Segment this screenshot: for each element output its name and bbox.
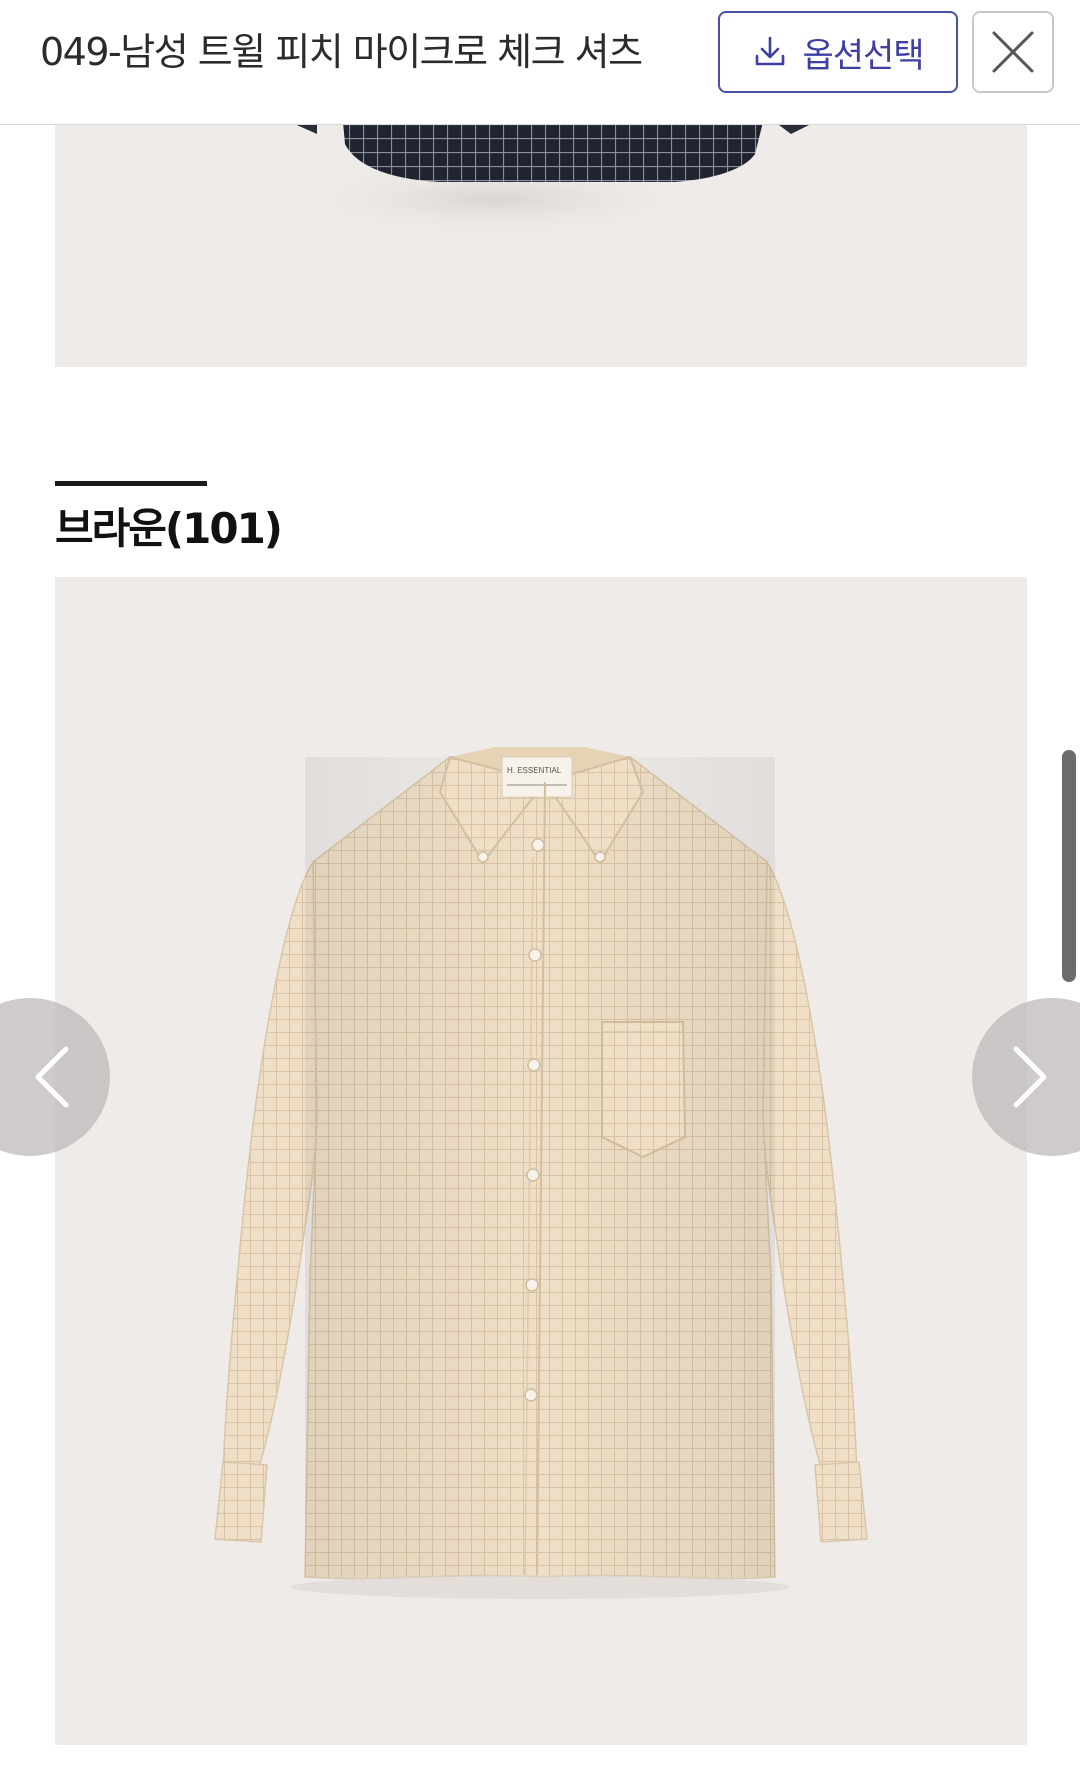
option-select-label: 옵션선택 <box>802 35 924 76</box>
option-select-button[interactable]: 옵션선택 <box>718 11 958 93</box>
product-image-brown: H. ESSENTIAL <box>55 577 1027 1745</box>
close-icon <box>990 29 1036 75</box>
top-bar: 049-남성 트윌 피치 마이크로 체크 셔츠 옵션선택 <box>0 0 1080 125</box>
page-scrollbar[interactable] <box>1062 750 1076 982</box>
section-divider <box>55 481 207 486</box>
close-button[interactable] <box>972 11 1054 93</box>
shirt-tag-label: H. ESSENTIAL <box>507 766 562 775</box>
chevron-right-icon <box>972 1045 1050 1109</box>
chevron-left-icon <box>32 1045 110 1109</box>
color-option-title: 브라운(101) <box>55 504 283 553</box>
previous-product-image <box>55 124 1027 367</box>
product-title: 049-남성 트윌 피치 마이크로 체크 셔츠 <box>40 30 643 74</box>
download-icon <box>752 34 788 70</box>
